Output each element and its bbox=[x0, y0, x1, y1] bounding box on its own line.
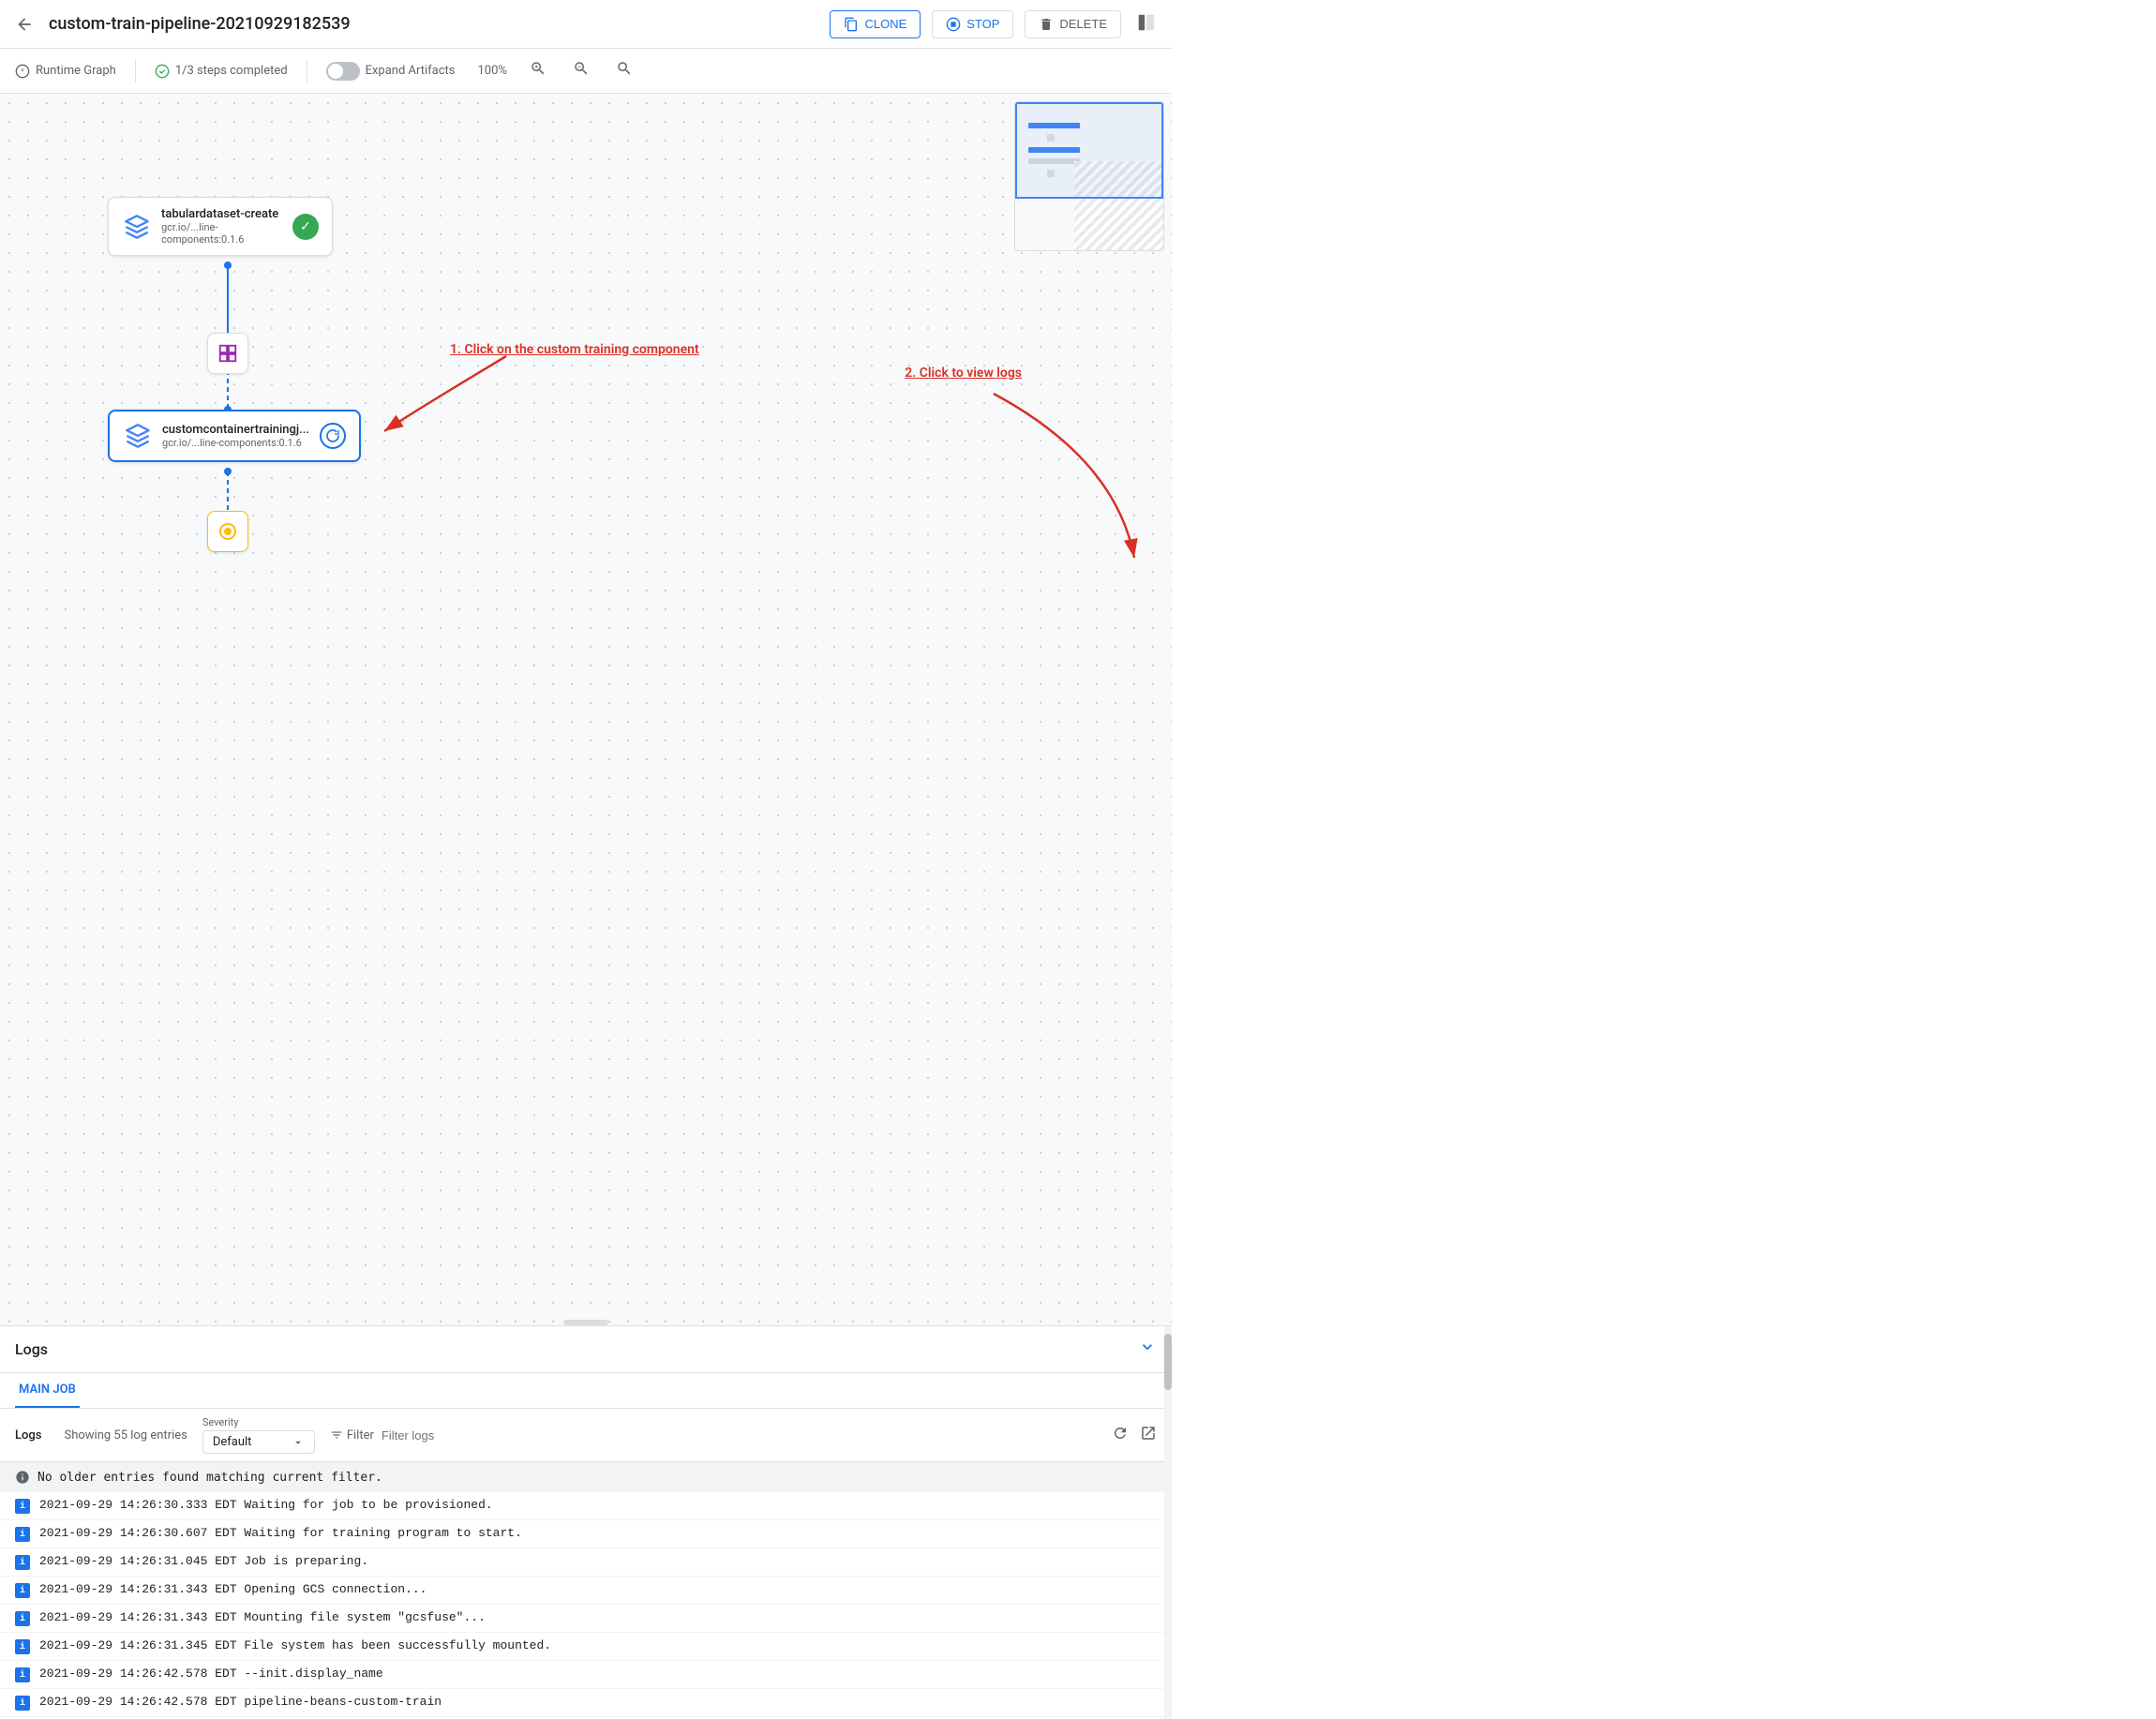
node1-icon bbox=[122, 212, 152, 242]
logs-controls: Logs Showing 55 log entries Severity Def… bbox=[0, 1409, 1172, 1462]
connections-svg bbox=[0, 94, 1172, 1325]
node2-status bbox=[320, 423, 346, 449]
steps-completed: 1/3 steps completed bbox=[155, 64, 288, 79]
log-info-icon: i bbox=[15, 1527, 30, 1542]
chevron-down-icon bbox=[292, 1436, 305, 1449]
log-info-icon: i bbox=[15, 1583, 30, 1598]
log-text: 2021-09-29 14:26:30.333 EDT Waiting for … bbox=[39, 1498, 1157, 1512]
zoom-out-button[interactable] bbox=[569, 58, 593, 83]
log-text: 2021-09-29 14:26:31.345 EDT File system … bbox=[39, 1638, 1157, 1652]
mid-node[interactable] bbox=[207, 333, 248, 374]
separator1 bbox=[135, 60, 136, 82]
refresh-logs-button[interactable] bbox=[1112, 1425, 1129, 1446]
node2-icon bbox=[123, 421, 153, 451]
back-button[interactable] bbox=[15, 15, 34, 34]
node1-info: tabulardataset-create gcr.io/...line-com… bbox=[161, 207, 283, 246]
zoom-in-button[interactable] bbox=[526, 58, 550, 83]
log-entry: i 2021-09-29 14:26:31.345 EDT File syste… bbox=[0, 1633, 1172, 1661]
severity-value: Default bbox=[213, 1435, 284, 1449]
log-text: 2021-09-29 14:26:42.578 EDT pipeline-bea… bbox=[39, 1695, 1157, 1709]
logs-count: Showing 55 log entries bbox=[64, 1428, 187, 1442]
log-entry: i 2021-09-29 14:26:30.607 EDT Waiting fo… bbox=[0, 1520, 1172, 1548]
zoom-level: 100% bbox=[478, 64, 507, 78]
log-text: 2021-09-29 14:26:30.607 EDT Waiting for … bbox=[39, 1526, 1157, 1540]
filter-label: Filter bbox=[330, 1428, 374, 1442]
node1-name: tabulardataset-create bbox=[161, 207, 283, 221]
mini-map-viewport bbox=[1015, 102, 1163, 199]
delete-button[interactable]: DELETE bbox=[1025, 10, 1121, 38]
logs-scrollbar-thumb bbox=[1164, 1334, 1172, 1390]
severity-label: Severity bbox=[202, 1416, 315, 1428]
log-entries[interactable]: No older entries found matching current … bbox=[0, 1462, 1172, 1719]
logs-title: Logs bbox=[15, 1340, 48, 1358]
node2-info: customcontainertrainingj... gcr.io/...li… bbox=[162, 423, 310, 449]
log-no-results: No older entries found matching current … bbox=[0, 1462, 1172, 1492]
mini-map bbox=[1014, 101, 1164, 251]
annotation2: 2. Click to view logs bbox=[905, 366, 1022, 381]
toggle-switch[interactable] bbox=[326, 62, 360, 81]
logs-label: Logs bbox=[15, 1428, 41, 1442]
header: custom-train-pipeline-20210929182539 CLO… bbox=[0, 0, 1172, 49]
clone-button[interactable]: CLONE bbox=[830, 10, 921, 38]
logs-actions bbox=[1112, 1425, 1157, 1446]
pending-node[interactable] bbox=[207, 511, 248, 552]
log-entry: i 2021-09-29 14:26:30.333 EDT Waiting fo… bbox=[0, 1492, 1172, 1520]
pipeline-canvas[interactable]: tabulardataset-create gcr.io/...line-com… bbox=[0, 94, 1172, 1325]
annotation1: 1. Click on the custom training componen… bbox=[450, 342, 699, 357]
log-entry: i 2021-09-29 14:26:42.578 EDT pipeline-b… bbox=[0, 1689, 1172, 1717]
filter-input[interactable] bbox=[382, 1428, 1097, 1442]
filter-area: Filter bbox=[330, 1428, 1097, 1442]
severity-select: Severity Default bbox=[202, 1416, 315, 1454]
node1-subtitle: gcr.io/...line-components:0.1.6 bbox=[161, 221, 283, 246]
node2-name: customcontainertrainingj... bbox=[162, 423, 310, 437]
node1-status: ✓ bbox=[292, 214, 319, 240]
pipeline-title: custom-train-pipeline-20210929182539 bbox=[49, 14, 815, 34]
logs-scrollbar-track bbox=[1164, 1326, 1172, 1719]
node-tabulardataset-create[interactable]: tabulardataset-create gcr.io/...line-com… bbox=[108, 197, 333, 256]
logs-expand-button[interactable] bbox=[1138, 1338, 1157, 1361]
logs-section: Logs MAIN JOB Logs Showing 55 log entrie… bbox=[0, 1325, 1172, 1719]
log-text: 2021-09-29 14:26:31.343 EDT Opening GCS … bbox=[39, 1582, 1157, 1596]
log-info-icon: i bbox=[15, 1696, 30, 1711]
log-info-icon: i bbox=[15, 1667, 30, 1682]
log-info-icon: i bbox=[15, 1611, 30, 1626]
severity-dropdown[interactable]: Default bbox=[202, 1430, 315, 1454]
info-icon bbox=[15, 1470, 30, 1485]
logs-tabs: MAIN JOB bbox=[0, 1373, 1172, 1409]
log-text: 2021-09-29 14:26:31.045 EDT Job is prepa… bbox=[39, 1554, 1157, 1568]
log-entry: i 2021-09-29 14:26:42.578 EDT --init.dis… bbox=[0, 1661, 1172, 1689]
log-info-icon: i bbox=[15, 1639, 30, 1654]
filter-icon bbox=[330, 1428, 343, 1442]
node2-subtitle: gcr.io/...line-components:0.1.6 bbox=[162, 437, 310, 449]
log-info-icon: i bbox=[15, 1499, 30, 1514]
header-actions: CLONE STOP DELETE bbox=[830, 10, 1121, 38]
node-customcontainertraining[interactable]: customcontainertrainingj... gcr.io/...li… bbox=[108, 410, 361, 462]
log-text: 2021-09-29 14:26:31.343 EDT Mounting fil… bbox=[39, 1610, 1157, 1624]
log-text: 2021-09-29 14:26:42.578 EDT --init.displ… bbox=[39, 1667, 1157, 1681]
toolbar: Runtime Graph 1/3 steps completed Expand… bbox=[0, 49, 1172, 94]
tab-main-job[interactable]: MAIN JOB bbox=[15, 1373, 80, 1408]
search-button[interactable] bbox=[612, 58, 636, 83]
logs-header: Logs bbox=[0, 1326, 1172, 1373]
log-info-icon: i bbox=[15, 1555, 30, 1570]
external-link-button[interactable] bbox=[1140, 1425, 1157, 1446]
log-entry: i 2021-09-29 14:26:31.343 EDT Mounting f… bbox=[0, 1605, 1172, 1633]
runtime-graph-btn[interactable]: Runtime Graph bbox=[15, 64, 116, 79]
stop-button[interactable]: STOP bbox=[932, 10, 1013, 38]
expand-artifacts-toggle[interactable]: Expand Artifacts bbox=[326, 62, 456, 81]
arrow2-svg bbox=[966, 384, 1153, 572]
panel-icon[interactable] bbox=[1136, 12, 1157, 33]
log-entry: i 2021-09-29 14:26:31.343 EDT Opening GC… bbox=[0, 1577, 1172, 1605]
log-entry: i 2021-09-29 14:26:31.045 EDT Job is pre… bbox=[0, 1548, 1172, 1577]
